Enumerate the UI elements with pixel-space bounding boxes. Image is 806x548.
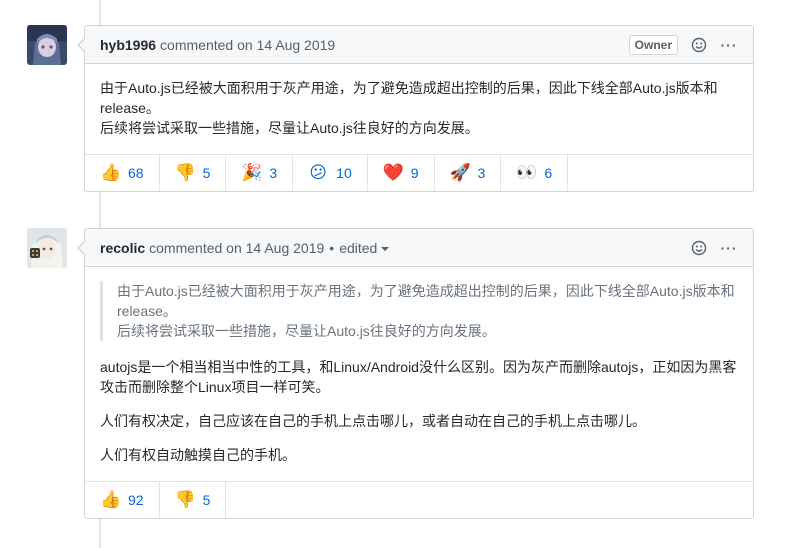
comment-timestamp[interactable]: commented on 14 Aug 2019 xyxy=(149,240,324,256)
confused-icon: 😕 xyxy=(309,163,328,182)
hooray-icon: 🎉 xyxy=(241,163,263,182)
reaction-count: 68 xyxy=(128,165,144,181)
reaction-count: 92 xyxy=(128,492,144,508)
separator-dot: • xyxy=(329,239,335,256)
thumbs-down-icon: 👎 xyxy=(174,490,196,509)
reaction-heart[interactable]: ❤️ 9 xyxy=(368,155,435,191)
comment-author[interactable]: hyb1996 xyxy=(100,37,156,53)
comment-timestamp[interactable]: commented on 14 Aug 2019 xyxy=(160,37,335,53)
reaction-confused[interactable]: 😕 10 xyxy=(293,155,368,191)
reaction-count: 3 xyxy=(269,165,278,181)
reaction-thumbs-down[interactable]: 👎 5 xyxy=(160,482,227,518)
reaction-rocket[interactable]: 🚀 3 xyxy=(435,155,502,191)
reaction-eyes[interactable]: 👀 6 xyxy=(501,155,569,191)
chevron-down-icon xyxy=(381,246,390,251)
reaction-thumbs-down[interactable]: 👎 5 xyxy=(160,155,227,191)
comment-box: recolic commented on 14 Aug 2019 • edite… xyxy=(77,228,754,519)
reaction-count: 5 xyxy=(202,165,211,181)
comment-paragraph: 由于Auto.js已经被大面积用于灰产用途，为了避免造成超出控制的后果，因此下线… xyxy=(100,80,718,116)
more-options-icon[interactable]: ··· xyxy=(720,37,738,53)
add-reaction-icon[interactable] xyxy=(690,239,708,257)
avatar[interactable] xyxy=(27,228,67,268)
edited-label: edited xyxy=(339,239,378,256)
comment-body: 由于Auto.js已经被大面积用于灰产用途，为了避免造成超出控制的后果，因此下线… xyxy=(85,267,753,481)
comment-body: 由于Auto.js已经被大面积用于灰产用途，为了避免造成超出控制的后果，因此下线… xyxy=(85,64,753,154)
reaction-thumbs-up[interactable]: 👍 92 xyxy=(85,482,160,518)
reaction-count: 3 xyxy=(477,165,486,181)
reaction-thumbs-up[interactable]: 👍 68 xyxy=(85,155,160,191)
reaction-count: 10 xyxy=(336,165,352,181)
eyes-icon: 👀 xyxy=(516,163,538,182)
comment-paragraph: 人们有权自动触摸自己的手机。 xyxy=(100,447,296,463)
thumbs-up-icon: 👍 xyxy=(100,163,122,182)
edited-dropdown[interactable]: edited xyxy=(339,239,390,256)
more-options-icon[interactable]: ··· xyxy=(720,240,738,256)
reactions-bar: 👍 92 👎 5 xyxy=(85,481,753,518)
quote-paragraph: 由于Auto.js已经被大面积用于灰产用途，为了避免造成超出控制的后果，因此下线… xyxy=(117,283,735,319)
comment-author[interactable]: recolic xyxy=(100,240,145,256)
add-reaction-icon[interactable] xyxy=(690,36,708,54)
rocket-icon: 🚀 xyxy=(449,163,471,182)
reaction-count: 5 xyxy=(202,492,211,508)
comment-paragraph: autojs是一个相当相当中性的工具，和Linux/Android没什么区别。因… xyxy=(100,359,737,395)
blockquote: 由于Auto.js已经被大面积用于灰产用途，为了避免造成超出控制的后果，因此下线… xyxy=(100,281,738,341)
thumbs-up-icon: 👍 xyxy=(100,490,122,509)
reaction-hooray[interactable]: 🎉 3 xyxy=(226,155,294,191)
reactions-bar: 👍 68 👎 5 🎉 3 😕 10 ❤️ 9 🚀 3 👀 6 xyxy=(85,154,753,191)
thumbs-down-icon: 👎 xyxy=(174,163,196,182)
reaction-count: 9 xyxy=(410,165,419,181)
comment-box: hyb1996 commented on 14 Aug 2019 Owner ·… xyxy=(77,25,754,192)
comment-header: recolic commented on 14 Aug 2019 • edite… xyxy=(85,229,753,267)
comment-header: hyb1996 commented on 14 Aug 2019 Owner ·… xyxy=(85,26,753,64)
comment-paragraph: 人们有权决定，自己应该在自己的手机上点击哪儿，或者自动在自己的手机上点击哪儿。 xyxy=(100,413,646,429)
owner-badge: Owner xyxy=(628,34,678,55)
avatar[interactable] xyxy=(27,25,67,65)
heart-icon: ❤️ xyxy=(382,163,404,182)
quote-paragraph: 后续将尝试采取一些措施，尽量让Auto.js往良好的方向发展。 xyxy=(117,323,496,339)
reaction-count: 6 xyxy=(544,165,553,181)
comment-paragraph: 后续将尝试采取一些措施，尽量让Auto.js往良好的方向发展。 xyxy=(100,120,479,136)
